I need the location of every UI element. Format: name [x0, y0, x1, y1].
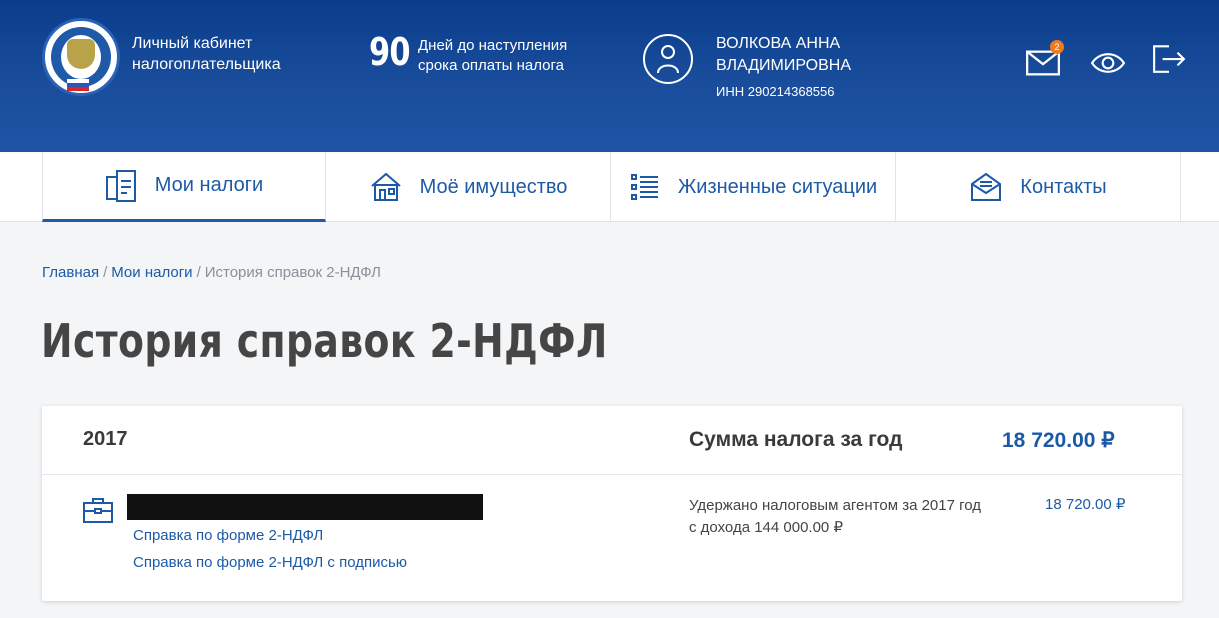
- user-inn: ИНН 290214368556: [716, 84, 835, 99]
- nav-item-life-situations[interactable]: Жизненные ситуации: [612, 152, 896, 222]
- eye-icon[interactable]: [1091, 48, 1125, 78]
- logout-icon[interactable]: [1152, 44, 1186, 74]
- header: Личный кабинет налогоплательщика 90 Дней…: [0, 0, 1219, 152]
- user-avatar[interactable]: [643, 34, 693, 84]
- nav-item-my-property[interactable]: Моё имущество: [327, 152, 611, 222]
- flag-icon: [67, 79, 89, 91]
- certificate-year-card: 2017 Сумма налога за год 18 720.00 ₽ Спр…: [42, 406, 1182, 601]
- nav-label-my-property: Моё имущество: [419, 175, 568, 198]
- fns-emblem-logo[interactable]: [42, 18, 120, 96]
- breadcrumb-home-link[interactable]: Главная: [42, 264, 99, 281]
- deadline-text: Дней до наступления срока оплаты налога: [418, 37, 568, 74]
- eagle-icon: [67, 39, 95, 69]
- nav-label-contacts: Контакты: [1020, 175, 1107, 198]
- messages-count-badge: 2: [1050, 40, 1064, 54]
- nav-label-my-taxes: Мои налоги: [154, 174, 264, 196]
- card-year: 2017: [83, 428, 128, 450]
- deadline-days: 90: [369, 30, 411, 74]
- certificate-link[interactable]: Справка по форме 2-НДФЛ: [133, 527, 323, 544]
- breadcrumb: Главная / Мои налоги / История справок 2-НДФ…: [42, 264, 381, 281]
- card-header: 2017 Сумма налога за год 18 720.00 ₽: [42, 406, 1182, 475]
- envelope-open-icon: [971, 172, 1002, 201]
- withheld-value: 18 720.00 ₽: [1045, 496, 1126, 513]
- user-name[interactable]: ВОЛКОВА АННА ВЛАДИМИРОВНА: [716, 33, 936, 77]
- user-icon: [657, 45, 679, 74]
- breadcrumb-separator: /: [103, 264, 108, 281]
- app-title: Личный кабинет налогоплательщика: [132, 35, 281, 73]
- sum-label: Сумма налога за год: [689, 428, 903, 451]
- page-title: История справок 2-НДФЛ: [41, 314, 608, 368]
- signed-certificate-link[interactable]: Справка по форме 2-НДФЛ с подписью: [133, 554, 407, 571]
- house-icon: [370, 172, 401, 201]
- nav-label-life-situations: Жизненные ситуации: [677, 175, 878, 198]
- sum-value: 18 720.00 ₽: [1002, 429, 1115, 452]
- withheld-description: Удержано налоговым агентом за 2017 год с…: [689, 497, 982, 536]
- main-nav: Мои налоги Моё имущество Жизненные ситуа…: [0, 152, 1219, 222]
- breadcrumb-current: История справок 2-НДФЛ: [204, 264, 381, 281]
- list-icon: [630, 174, 658, 200]
- tax-documents-icon: [105, 169, 136, 202]
- breadcrumb-separator: /: [196, 264, 201, 281]
- redacted-employer-name: [127, 494, 483, 520]
- breadcrumb-my-taxes-link[interactable]: Мои налоги: [111, 264, 192, 281]
- nav-item-contacts[interactable]: Контакты: [897, 152, 1181, 222]
- briefcase-icon: [83, 498, 113, 523]
- nav-item-my-taxes[interactable]: Мои налоги: [42, 152, 326, 222]
